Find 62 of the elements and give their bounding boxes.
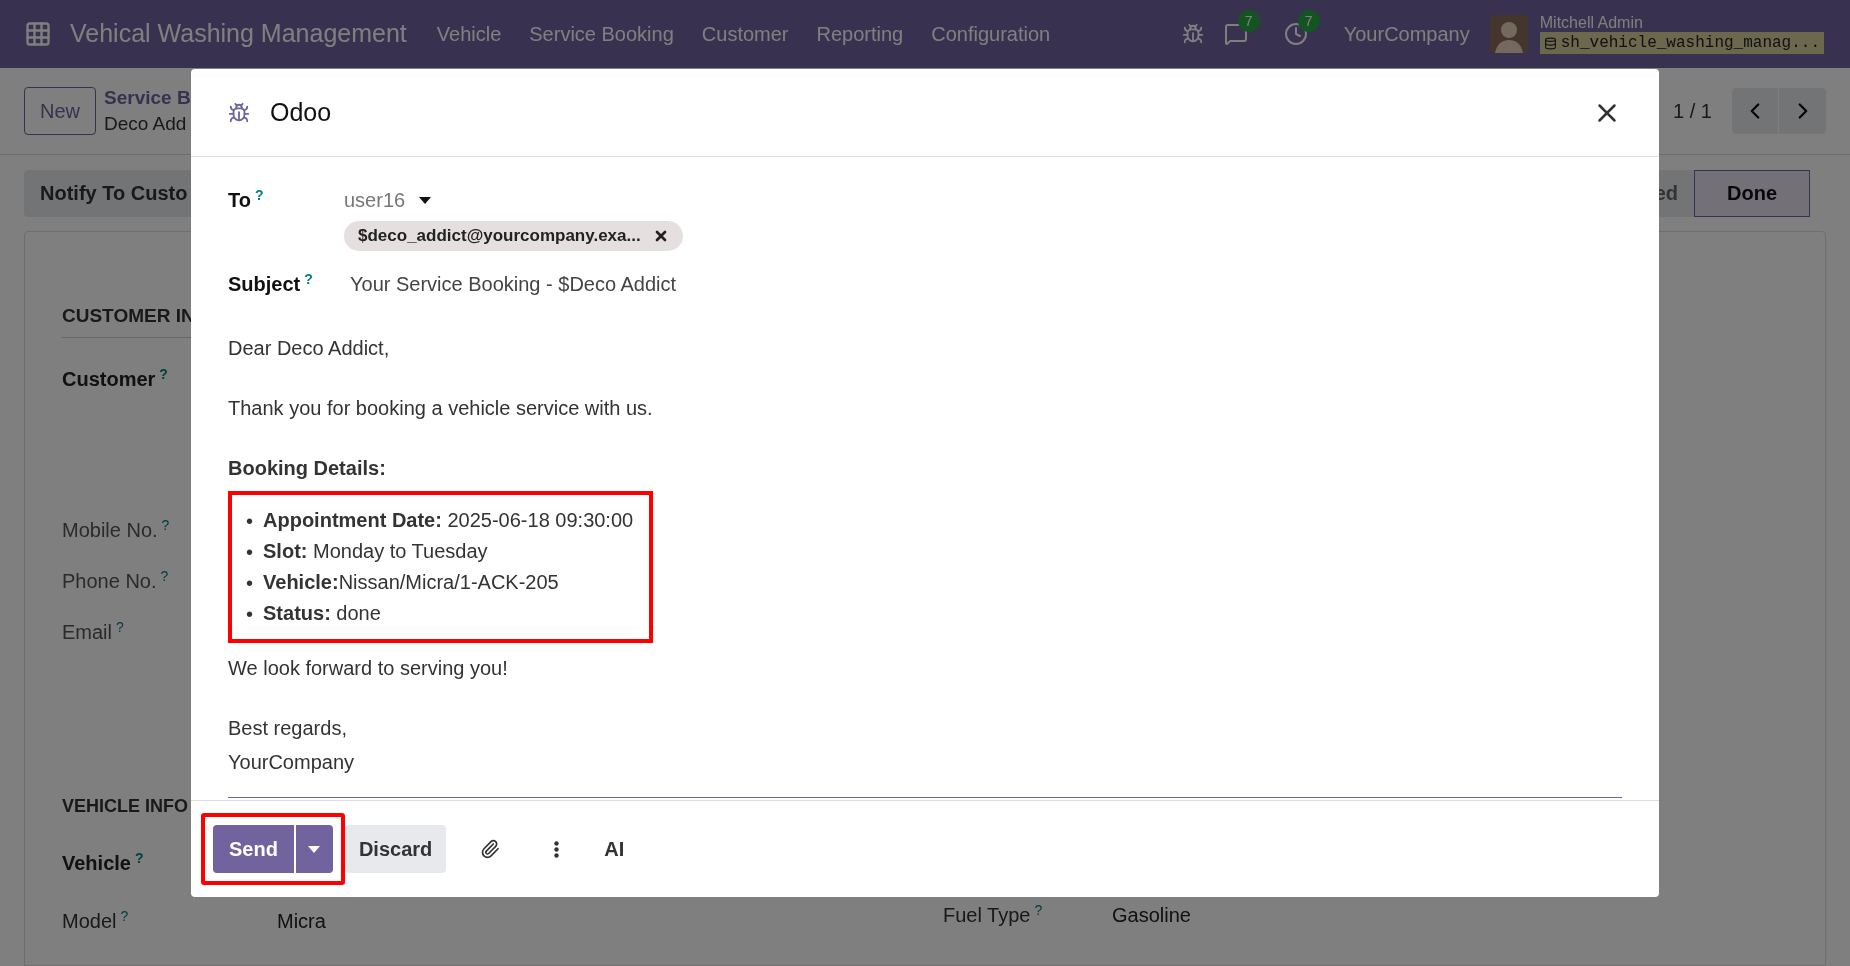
bullet-mark: •: [246, 601, 253, 627]
help-mark[interactable]: ?: [134, 849, 144, 866]
discard-button[interactable]: Discard: [344, 825, 447, 873]
field-label: Subject $^{?}$: [228, 270, 314, 297]
menu-item[interactable]: Service Booking: [529, 19, 674, 49]
stage-step[interactable]: Done: [1694, 169, 1810, 217]
menu-item[interactable]: Vehicle: [436, 19, 502, 49]
apps-menu-icon[interactable]: [24, 20, 52, 48]
body-text: Best regards,: [228, 716, 348, 741]
send-options-button[interactable]: [295, 825, 333, 873]
help-mark[interactable]: ?: [1034, 901, 1043, 918]
menu-item[interactable]: Configuration: [931, 19, 1051, 49]
body-text: YourCompany: [228, 750, 355, 775]
count-badge: 7: [1237, 10, 1260, 32]
field-label: Fuel Type $^{?}$: [943, 900, 1044, 928]
new-button[interactable]: New: [24, 87, 96, 135]
company-name[interactable]: YourCompany: [1343, 19, 1470, 49]
help-mark[interactable]: ?: [254, 187, 264, 203]
help-mark[interactable]: ?: [159, 365, 168, 382]
bullet-mark: •: [246, 570, 253, 596]
app-title[interactable]: Vehical Washing Management: [70, 15, 407, 53]
debug-icon[interactable]: [1181, 23, 1204, 45]
bug-icon: [228, 101, 250, 124]
help-mark[interactable]: ?: [161, 516, 170, 533]
database-tag: sh_vehicle_washing_manag...: [1539, 32, 1824, 54]
paperclip-icon: [480, 839, 501, 859]
detail-item: Appointment Date: 2025-06-18 09:30:00: [263, 508, 634, 533]
field-label: To $^{?}$: [228, 186, 265, 213]
detail-item: Vehicle:Nissan/Micra/1-ACK-205: [263, 570, 559, 595]
bullet-mark: •: [246, 508, 253, 534]
help-mark[interactable]: ?: [304, 271, 313, 287]
user-name[interactable]: Mitchell Admin: [1539, 14, 1824, 32]
field-value: Gasoline: [1112, 902, 1191, 928]
help-mark[interactable]: ?: [160, 567, 169, 584]
body-text: We look forward to serving you!: [228, 656, 509, 681]
field-label: Model $^{?}$: [62, 906, 130, 934]
recipient-tag: $deco_addict@yourcompany.exa...: [344, 221, 683, 251]
kebab-menu-icon: [553, 840, 559, 858]
section-title: VEHICLE INFO: [62, 794, 189, 818]
count-badge: 7: [1297, 10, 1320, 32]
body-text: Thank you for booking a vehicle service with us.: [228, 396, 654, 421]
detail-item: Slot: Monday to Tuesday: [263, 539, 488, 564]
bullet-mark: •: [246, 539, 253, 565]
database-icon: [1543, 36, 1557, 50]
breadcrumb-current: Deco Add: [104, 112, 188, 136]
detail-item: Status: done: [263, 601, 381, 626]
menu-item[interactable]: Reporting: [816, 19, 904, 49]
field-value: Micra: [277, 908, 327, 934]
caret-icon: [308, 845, 321, 853]
ai-button[interactable]: AI: [598, 834, 631, 864]
dialog-title: Odoo: [270, 96, 332, 128]
send-button[interactable]: Send: [213, 825, 294, 873]
body-heading: Booking Details:: [228, 456, 387, 481]
help-mark[interactable]: ?: [120, 907, 129, 924]
pager-text: 1 / 1: [1673, 99, 1712, 124]
recipient-dropdown[interactable]: user16: [344, 185, 432, 215]
menu-item[interactable]: Customer: [701, 19, 789, 49]
avatar-icon[interactable]: [1489, 15, 1528, 53]
breadcrumb-link[interactable]: Service B: [104, 85, 191, 111]
body-text: Dear Deco Addict,: [228, 336, 391, 361]
subject-field[interactable]: Your Service Booking - $Deco Addict: [350, 269, 677, 299]
help-mark[interactable]: ?: [116, 618, 124, 635]
